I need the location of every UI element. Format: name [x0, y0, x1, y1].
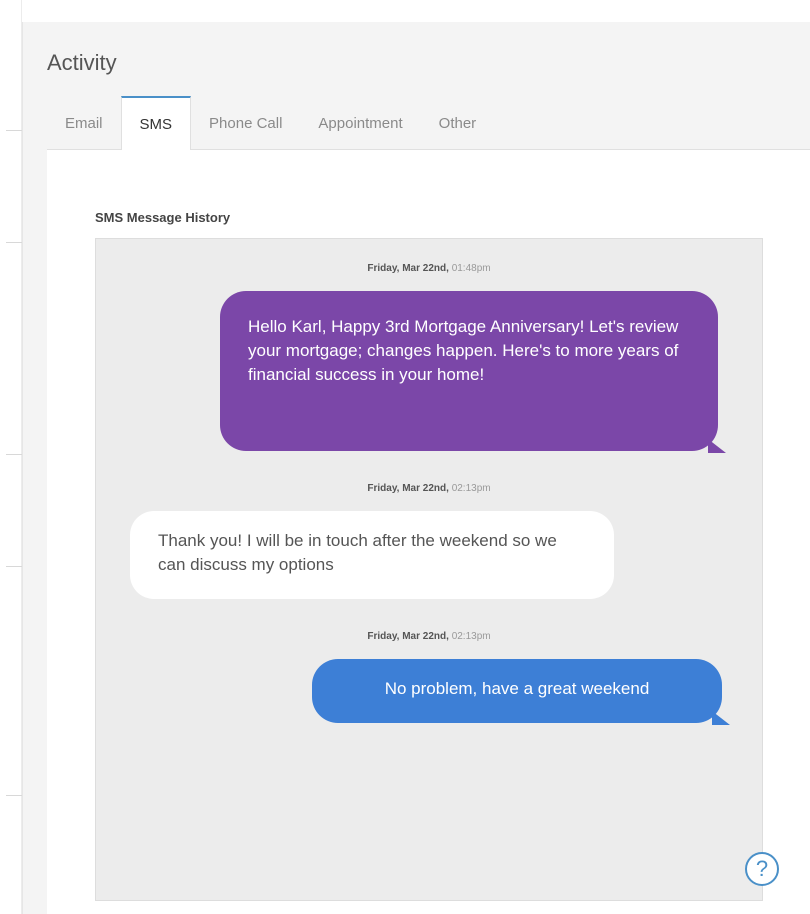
sms-compose-row: [95, 900, 763, 914]
divider: [6, 566, 22, 567]
timestamp-time: 02:13pm: [451, 483, 491, 494]
background-page-edge: [0, 0, 22, 914]
tab-phone-call[interactable]: Phone Call: [191, 97, 300, 149]
divider: [6, 795, 22, 796]
activity-panel: Activity Email SMS Phone Call Appointmen…: [22, 22, 810, 914]
outgoing-message-bubble: No problem, have a great weekend: [312, 659, 730, 725]
tab-appointment[interactable]: Appointment: [300, 97, 420, 149]
sms-history-label: SMS Message History: [95, 210, 231, 225]
sms-message-history[interactable]: Friday, Mar 22nd, 01:48pm Hello Karl, Ha…: [95, 238, 763, 914]
tab-sms[interactable]: SMS: [120, 96, 192, 150]
timestamp-date: Friday, Mar 22nd,: [367, 631, 449, 642]
divider: [6, 454, 22, 455]
message-timestamp: Friday, Mar 22nd, 02:13pm: [96, 631, 762, 642]
divider: [6, 130, 22, 131]
timestamp-date: Friday, Mar 22nd,: [367, 263, 449, 274]
message-text: No problem, have a great weekend: [384, 679, 650, 698]
tab-email[interactable]: Email: [47, 97, 121, 149]
bubble-tail: [708, 439, 726, 453]
activity-tabs: Email SMS Phone Call Appointment Other: [47, 96, 810, 150]
outgoing-message-bubble: Hello Karl, Happy 3rd Mortgage Anniversa…: [220, 291, 726, 453]
timestamp-time: 02:13pm: [451, 631, 491, 642]
incoming-message-bubble: Thank you! I will be in touch after the …: [130, 511, 614, 599]
panel-title: Activity: [47, 50, 117, 75]
message-timestamp: Friday, Mar 22nd, 02:13pm: [96, 483, 762, 494]
timestamp-time: 01:48pm: [451, 263, 491, 274]
message-text: Hello Karl, Happy 3rd Mortgage Anniversa…: [248, 317, 679, 384]
help-icon-label: ?: [755, 856, 769, 881]
sms-tab-content: SMS Message History Friday, Mar 22nd, 01…: [47, 150, 810, 914]
tab-other[interactable]: Other: [421, 97, 495, 149]
divider: [6, 242, 22, 243]
help-icon[interactable]: ?: [745, 852, 779, 886]
message-text: Thank you! I will be in touch after the …: [158, 531, 557, 574]
bubble-tail: [712, 711, 730, 725]
message-timestamp: Friday, Mar 22nd, 01:48pm: [96, 263, 762, 274]
timestamp-date: Friday, Mar 22nd,: [367, 483, 449, 494]
